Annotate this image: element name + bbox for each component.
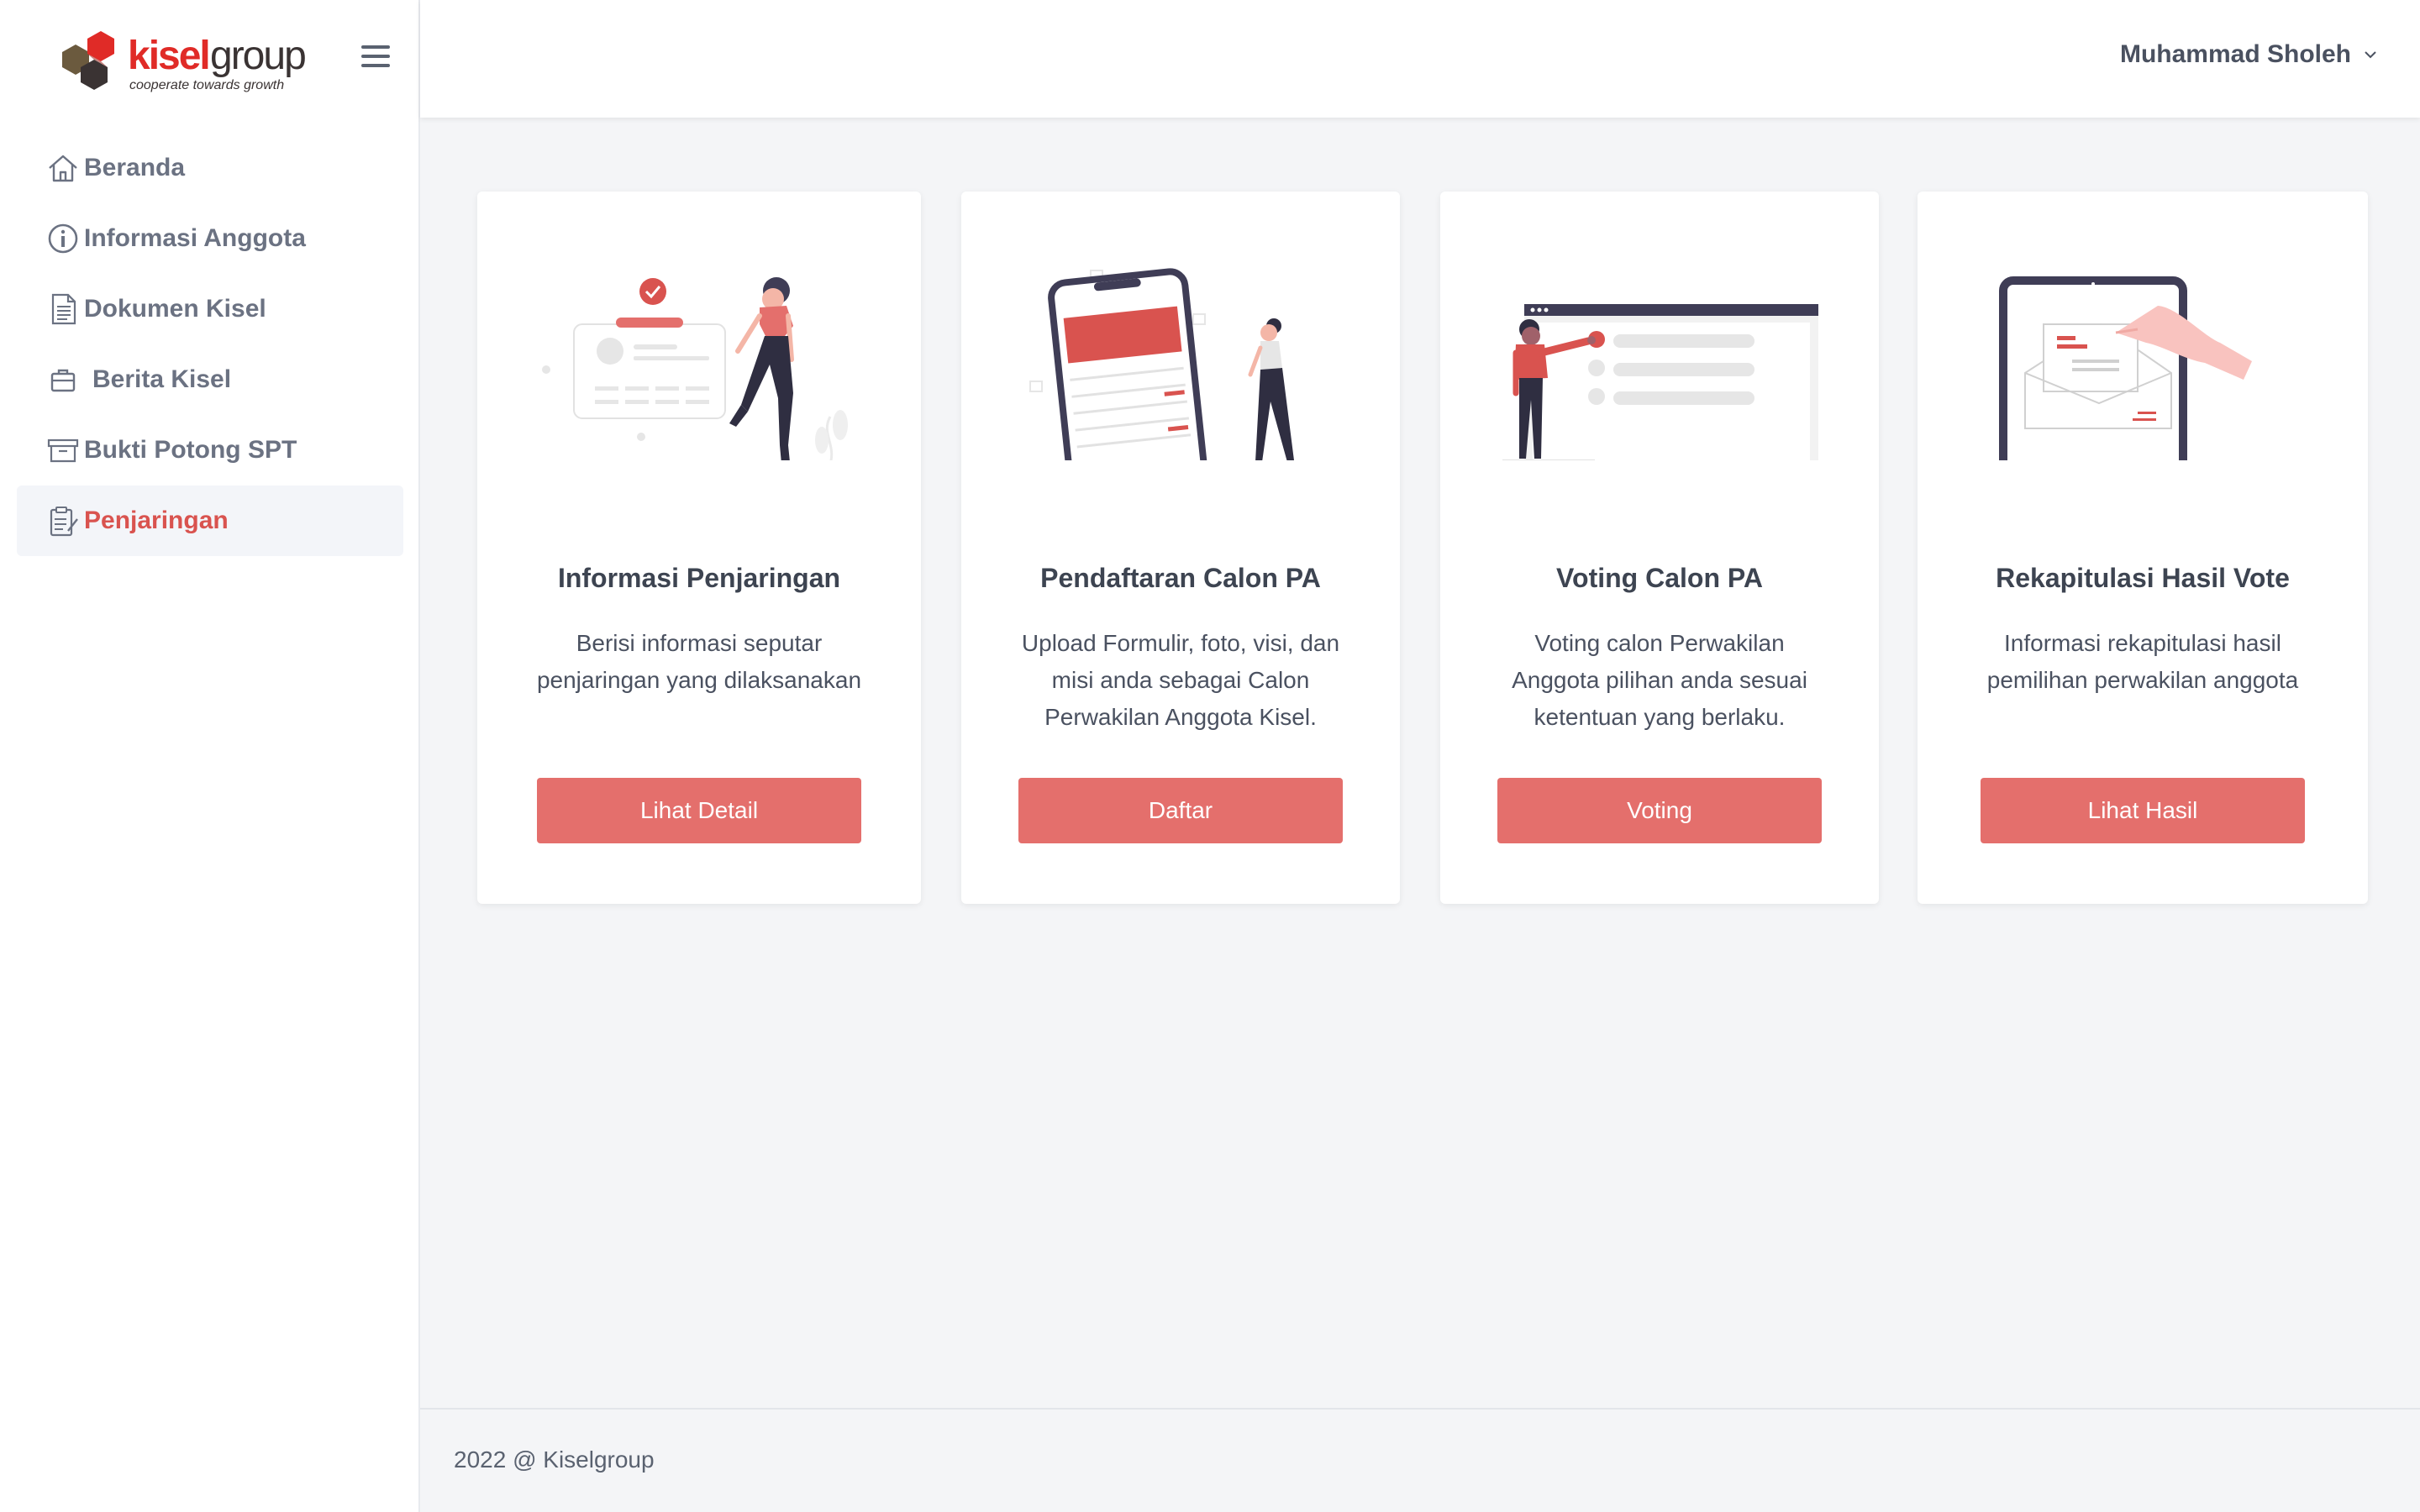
woman-profile-illustration bbox=[477, 225, 921, 470]
user-name: Muhammad Sholeh bbox=[2119, 40, 2351, 68]
sidebar-item-label: Beranda bbox=[84, 154, 186, 181]
lihat-hasil-button[interactable]: Lihat Hasil bbox=[1981, 778, 2305, 843]
card-title: Informasi Penjaringan bbox=[557, 563, 841, 593]
sidebar-nav: Beranda Informasi Anggota Dokumen Kisel … bbox=[17, 133, 403, 556]
home-icon bbox=[45, 150, 81, 186]
chevron-down-icon bbox=[2365, 51, 2376, 59]
footer: 2022 @ Kiselgroup bbox=[420, 1408, 2420, 1512]
sidebar-item-label: Penjaringan bbox=[84, 507, 229, 534]
voting-button[interactable]: Voting bbox=[1497, 778, 1822, 843]
card-title: Rekapitulasi Hasil Vote bbox=[1996, 563, 2290, 593]
menu-cards: Informasi Penjaringan Berisi informasi s… bbox=[477, 192, 2368, 904]
clipboard-icon bbox=[45, 503, 81, 538]
card-description: Informasi rekapitulasi hasil pemilihan p… bbox=[1986, 630, 2299, 693]
sidebar-item-beranda[interactable]: Beranda bbox=[17, 133, 403, 203]
footer-text: 2022 @ Kiselgroup bbox=[454, 1446, 655, 1473]
sidebar-item-dokumen-kisel[interactable]: Dokumen Kisel bbox=[17, 274, 403, 344]
sidebar-item-label: Berita Kisel bbox=[92, 365, 232, 393]
top-header: Muhammad Sholeh bbox=[420, 0, 2420, 118]
card-voting-calon-pa: Voting Calon PA Voting calon Perwakilan … bbox=[1440, 192, 1879, 904]
card-description: Upload Formulir, foto, visi, dan misi an… bbox=[1021, 630, 1340, 730]
card-informasi-penjaringan: Informasi Penjaringan Berisi informasi s… bbox=[477, 192, 921, 904]
card-rekapitulasi-hasil-vote: Rekapitulasi Hasil Vote Informasi rekapi… bbox=[1918, 192, 2368, 904]
briefcase-icon bbox=[45, 362, 81, 397]
kiselgroup-logo[interactable]: kisel group cooperate towards growth bbox=[44, 25, 321, 106]
tablet-envelope-illustration bbox=[1918, 225, 2368, 537]
card-title: Voting Calon PA bbox=[1556, 563, 1763, 593]
info-icon bbox=[45, 221, 81, 256]
sidebar-item-bukti-potong-spt[interactable]: Bukti Potong SPT bbox=[17, 415, 403, 486]
daftar-button[interactable]: Daftar bbox=[1018, 778, 1343, 843]
phone-registration-illustration bbox=[961, 225, 1400, 507]
logo-tagline: cooperate towards growth bbox=[129, 78, 284, 92]
sidebar-item-label: Dokumen Kisel bbox=[84, 295, 266, 323]
sidebar-item-label: Bukti Potong SPT bbox=[84, 436, 297, 464]
logo-mark-icon: kisel group cooperate towards growth bbox=[62, 31, 307, 92]
sidebar-item-penjaringan[interactable]: Penjaringan bbox=[17, 486, 403, 556]
voting-board-illustration bbox=[1440, 225, 1879, 492]
lihat-detail-button[interactable]: Lihat Detail bbox=[537, 778, 861, 843]
card-description: Berisi informasi seputar penjaringan yan… bbox=[536, 630, 862, 693]
menu-toggle-icon[interactable] bbox=[361, 45, 390, 71]
card-pendaftaran-calon-pa: Pendaftaran Calon PA Upload Formulir, fo… bbox=[961, 192, 1400, 904]
user-menu[interactable]: Muhammad Sholeh bbox=[2120, 40, 2378, 69]
logo-kisel-text: kisel bbox=[128, 34, 209, 78]
sidebar-item-informasi-anggota[interactable]: Informasi Anggota bbox=[17, 203, 403, 274]
card-title: Pendaftaran Calon PA bbox=[1040, 563, 1321, 593]
sidebar-item-label: Informasi Anggota bbox=[84, 224, 306, 252]
document-icon bbox=[45, 291, 81, 327]
sidebar-item-berita-kisel[interactable]: Berita Kisel bbox=[17, 344, 403, 415]
logo-group-text: group bbox=[210, 34, 305, 78]
archive-icon bbox=[45, 433, 81, 468]
card-description: Voting calon Perwakilan Anggota pilihan … bbox=[1512, 630, 1807, 730]
sidebar: kisel group cooperate towards growth Ber… bbox=[0, 0, 420, 1512]
